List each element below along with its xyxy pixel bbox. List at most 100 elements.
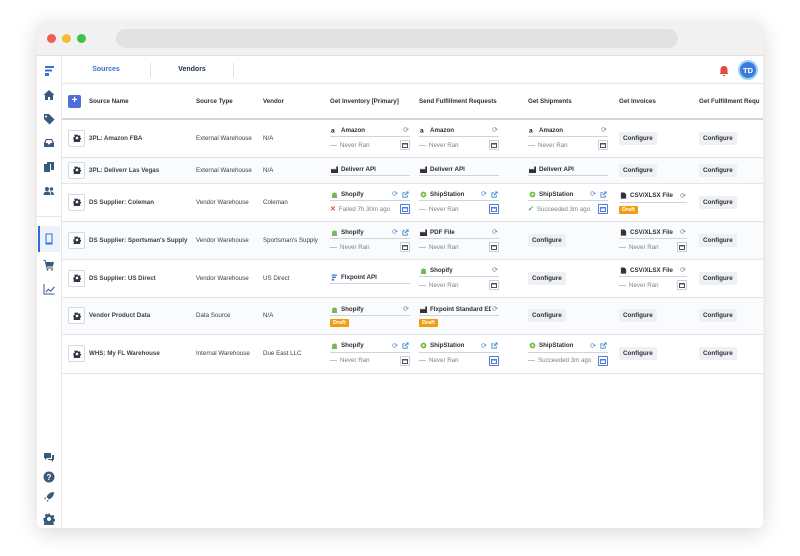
- configure-button[interactable]: Configure: [619, 347, 657, 360]
- calendar-icon[interactable]: [677, 242, 687, 252]
- table-row[interactable]: 3PL: Deliverr Las Vegas External Warehou…: [62, 157, 763, 184]
- help-icon[interactable]: ?: [42, 470, 56, 484]
- configure-button[interactable]: Configure: [699, 131, 737, 145]
- configure-button[interactable]: Configure: [699, 347, 737, 360]
- external-link-icon[interactable]: [491, 190, 499, 198]
- refresh-icon[interactable]: ⟳: [491, 305, 499, 313]
- add-source-button[interactable]: +: [68, 94, 81, 108]
- tablet-icon[interactable]: [42, 232, 56, 246]
- configure-button[interactable]: Configure: [528, 309, 566, 322]
- external-link-icon[interactable]: [402, 190, 410, 198]
- configure-button[interactable]: Configure: [619, 163, 657, 177]
- calendar-icon[interactable]: [400, 242, 410, 252]
- calendar-icon[interactable]: [400, 204, 410, 214]
- row-settings-button[interactable]: [68, 161, 85, 179]
- integration-label[interactable]: Amazon: [341, 127, 402, 134]
- integration-label[interactable]: Flxpoint API: [341, 274, 410, 281]
- calendar-icon[interactable]: [400, 140, 410, 151]
- flxpoint-logo-icon[interactable]: [42, 64, 56, 78]
- configure-button[interactable]: Configure: [699, 233, 737, 247]
- integration-label[interactable]: Shopify: [430, 267, 491, 274]
- integration-label[interactable]: CSV/XLSX File: [630, 267, 679, 274]
- calendar-icon[interactable]: [677, 280, 687, 290]
- source-name[interactable]: 3PL: Amazon FBA: [85, 119, 192, 158]
- refresh-icon[interactable]: ⟳: [480, 190, 488, 198]
- configure-button[interactable]: Configure: [699, 195, 737, 209]
- minimize-window-button[interactable]: [62, 34, 71, 43]
- refresh-icon[interactable]: ⟳: [679, 192, 687, 200]
- calendar-icon[interactable]: [489, 355, 499, 366]
- inbox-icon[interactable]: [42, 136, 56, 150]
- calendar-icon[interactable]: [598, 355, 608, 366]
- close-window-button[interactable]: [47, 34, 56, 43]
- external-link-icon[interactable]: [491, 342, 499, 349]
- source-name[interactable]: DS Supplier: US Direct: [85, 259, 192, 298]
- external-link-icon[interactable]: [600, 190, 608, 198]
- user-avatar[interactable]: TD: [738, 60, 758, 80]
- integration-label[interactable]: Shopify: [341, 191, 391, 198]
- integration-label[interactable]: Deliverr API: [341, 166, 410, 173]
- configure-button[interactable]: Configure: [699, 163, 737, 177]
- calendar-icon[interactable]: [489, 140, 499, 151]
- rocket-icon[interactable]: [42, 490, 56, 504]
- external-link-icon[interactable]: [402, 228, 410, 236]
- address-bar[interactable]: [116, 29, 678, 48]
- refresh-icon[interactable]: ⟳: [679, 266, 687, 274]
- source-name[interactable]: Vendor Product Data: [85, 297, 192, 335]
- row-settings-button[interactable]: [68, 231, 85, 249]
- calendar-icon[interactable]: [489, 204, 499, 214]
- integration-label[interactable]: PDF File: [430, 229, 491, 236]
- row-settings-button[interactable]: [68, 345, 85, 362]
- notification-bell-icon[interactable]: [718, 64, 730, 77]
- refresh-icon[interactable]: ⟳: [589, 190, 597, 198]
- refresh-icon[interactable]: ⟳: [402, 126, 410, 134]
- chat-icon[interactable]: [42, 450, 56, 464]
- refresh-icon[interactable]: ⟳: [679, 228, 687, 236]
- calendar-icon[interactable]: [489, 242, 499, 252]
- home-icon[interactable]: [42, 88, 56, 102]
- integration-label[interactable]: Shopify: [341, 229, 391, 236]
- refresh-icon[interactable]: ⟳: [391, 228, 399, 236]
- refresh-icon[interactable]: ⟳: [491, 228, 499, 236]
- refresh-icon[interactable]: ⟳: [491, 266, 499, 274]
- integration-label[interactable]: Amazon: [430, 127, 491, 134]
- integration-label[interactable]: CSV/XLSX File: [630, 192, 679, 199]
- chart-icon[interactable]: [42, 282, 56, 296]
- integration-label[interactable]: ShipStation: [430, 342, 480, 349]
- integration-label[interactable]: ShipStation: [430, 191, 480, 198]
- calendar-icon[interactable]: [400, 355, 410, 366]
- row-settings-button[interactable]: [68, 307, 85, 324]
- refresh-icon[interactable]: ⟳: [391, 190, 399, 198]
- row-settings-button[interactable]: [68, 269, 85, 287]
- settings-gear-icon[interactable]: [42, 512, 56, 526]
- integration-label[interactable]: CSV/XLSX File: [630, 229, 679, 236]
- cart-icon[interactable]: [42, 258, 56, 272]
- source-name[interactable]: DS Supplier: Sportsman's Supply: [85, 221, 192, 260]
- row-settings-button[interactable]: [68, 129, 85, 147]
- configure-button[interactable]: Configure: [619, 131, 657, 145]
- integration-label[interactable]: Deliverr API: [539, 166, 608, 173]
- table-row[interactable]: DS Supplier: Sportsman's Supply Vendor W…: [62, 221, 763, 260]
- tab-sources[interactable]: Sources: [62, 56, 150, 84]
- integration-label[interactable]: Amazon: [539, 127, 600, 134]
- source-name[interactable]: 3PL: Deliverr Las Vegas: [85, 157, 192, 184]
- calendar-icon[interactable]: [489, 280, 499, 290]
- catalog-icon[interactable]: [42, 160, 56, 174]
- refresh-icon[interactable]: ⟳: [491, 126, 499, 134]
- table-row[interactable]: WHS: My FL Warehouse Internal Warehouse …: [62, 334, 763, 374]
- tag-icon[interactable]: [42, 112, 56, 126]
- configure-button[interactable]: Configure: [619, 309, 657, 322]
- row-settings-button[interactable]: [68, 193, 85, 211]
- maximize-window-button[interactable]: [77, 34, 86, 43]
- external-link-icon[interactable]: [402, 342, 410, 349]
- table-row[interactable]: 3PL: Amazon FBA External Warehouse N/A a…: [62, 119, 763, 158]
- refresh-icon[interactable]: ⟳: [600, 126, 608, 134]
- tab-vendors[interactable]: Vendors: [151, 56, 233, 84]
- table-row[interactable]: DS Supplier: Coleman Vendor Warehouse Co…: [62, 183, 763, 222]
- integration-label[interactable]: ShipStation: [539, 191, 589, 198]
- refresh-icon[interactable]: ⟳: [391, 342, 399, 350]
- integration-label[interactable]: Flxpoint Standard EDI v2: [430, 306, 491, 313]
- integration-label[interactable]: Shopify: [341, 306, 402, 313]
- integration-label[interactable]: ShipStation: [539, 342, 589, 349]
- configure-button[interactable]: Configure: [699, 309, 737, 322]
